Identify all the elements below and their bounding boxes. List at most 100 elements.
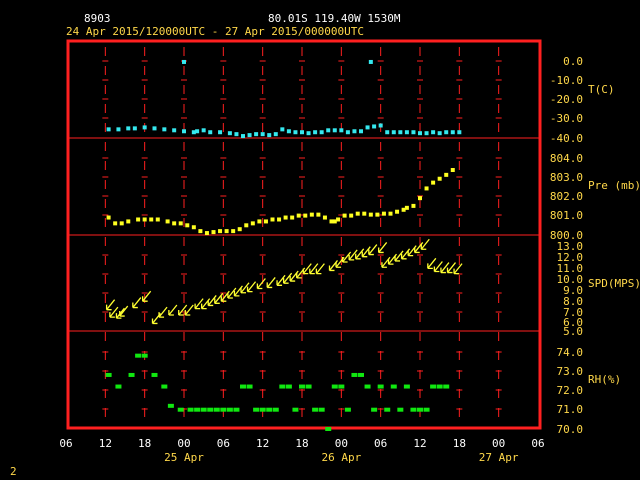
- x-tick-label: 12: [413, 437, 426, 450]
- pressure-point: [368, 212, 373, 217]
- pressure-point: [277, 217, 282, 222]
- rh-point: [240, 384, 246, 389]
- wind-arrow: [256, 278, 266, 290]
- temperature-point: [359, 129, 363, 134]
- temperature-point: [418, 131, 422, 136]
- temperature-point: [273, 132, 278, 137]
- temperature-point: [306, 131, 311, 136]
- rh-point: [141, 353, 148, 358]
- x-tick-label: 18: [453, 437, 466, 450]
- x-tick-label: 06: [531, 437, 544, 450]
- temperature-point: [424, 131, 429, 136]
- rh-tick-label: 71.0: [557, 403, 584, 416]
- rh-tick-label: 70.0: [557, 423, 584, 436]
- temperature-point: [182, 129, 186, 134]
- pressure-point: [191, 225, 196, 230]
- rh-point: [246, 384, 253, 389]
- location: 80.01S 119.40W 1530M: [268, 12, 401, 25]
- pressure-point: [204, 231, 209, 236]
- wind-arrow: [453, 263, 463, 275]
- pressure-point: [444, 172, 449, 177]
- pressure-point: [388, 211, 393, 216]
- rh-point: [194, 407, 201, 412]
- temperature-point: [450, 130, 455, 135]
- temperature-point: [444, 130, 449, 135]
- temperature-point: [398, 130, 403, 135]
- wind-arrow: [132, 297, 142, 309]
- temperature-tick-label: -10.0: [550, 74, 583, 87]
- temperature-point: [372, 124, 377, 129]
- x-date-label: 25 Apr: [164, 451, 204, 464]
- temperature-point: [345, 130, 350, 135]
- x-tick-label: 06: [374, 437, 387, 450]
- pressure-point: [149, 217, 154, 222]
- wind-arrow: [315, 263, 325, 275]
- pressure-point: [309, 212, 314, 217]
- temperature-tick-label: -40.0: [550, 132, 583, 145]
- rh-point: [371, 407, 378, 412]
- rh-point: [443, 384, 450, 389]
- temperature-point: [132, 126, 137, 131]
- rh-point: [384, 407, 391, 412]
- temperature-point: [332, 128, 337, 133]
- temperature-point: [437, 131, 442, 136]
- temperature-point: [319, 130, 324, 135]
- temperature-point: [116, 127, 121, 132]
- pressure-point: [322, 215, 327, 220]
- temperature-point: [106, 127, 111, 132]
- pressure-point: [411, 203, 416, 208]
- temperature-point: [352, 129, 357, 134]
- pressure-tick-label: 801.0: [550, 209, 583, 222]
- rh-point: [177, 407, 184, 412]
- temperature-point: [182, 59, 186, 64]
- pressure-point: [290, 215, 295, 220]
- rh-point: [305, 384, 312, 389]
- rh-point: [187, 407, 194, 412]
- pressure-point: [450, 168, 455, 173]
- rh-point: [417, 407, 423, 412]
- pressure-tick-label: 802.0: [550, 190, 583, 203]
- pressure-point: [404, 205, 409, 210]
- pressure-point: [142, 217, 147, 222]
- temperature-point: [126, 126, 131, 131]
- temperature-tick-label: 0.0: [563, 55, 583, 68]
- rh-point: [233, 407, 240, 412]
- page-marker: 2: [10, 465, 17, 478]
- x-tick-label: 18: [295, 437, 308, 450]
- pressure-point: [336, 217, 341, 222]
- temperature-point: [241, 134, 245, 139]
- temperature-point: [293, 130, 298, 135]
- temperature-point: [267, 133, 272, 138]
- temperature-point: [391, 130, 396, 135]
- rh-point: [410, 407, 417, 412]
- pressure-point: [250, 221, 255, 226]
- pressure-point: [257, 219, 262, 224]
- rh-point: [390, 384, 397, 389]
- rh-point: [364, 384, 371, 389]
- x-tick-label: 00: [492, 437, 505, 450]
- rh-point: [266, 407, 273, 412]
- rh-point: [135, 353, 142, 358]
- pressure-point: [172, 221, 177, 226]
- pressure-point: [283, 215, 288, 220]
- wind-arrow: [378, 242, 388, 254]
- temperature-point: [162, 127, 167, 132]
- temperature-tick-label: -30.0: [550, 112, 583, 125]
- rh-point: [338, 384, 345, 389]
- rh-point: [423, 407, 430, 412]
- series-layer: [105, 59, 463, 431]
- temperature-point: [152, 126, 157, 131]
- pressure-point: [418, 196, 422, 201]
- pressure-point: [211, 230, 216, 235]
- temperature-point: [339, 128, 344, 133]
- wind-label: SPD(MPS): [588, 277, 640, 290]
- wind-arrow: [368, 244, 378, 256]
- rh-point: [318, 407, 325, 412]
- temperature-point: [201, 128, 206, 133]
- temperature-point: [365, 125, 370, 130]
- rh-point: [312, 407, 319, 412]
- wind-arrow: [266, 277, 276, 289]
- rh-tick-label: 73.0: [557, 365, 584, 378]
- x-tick-label: 12: [256, 437, 269, 450]
- rh-point: [325, 427, 332, 431]
